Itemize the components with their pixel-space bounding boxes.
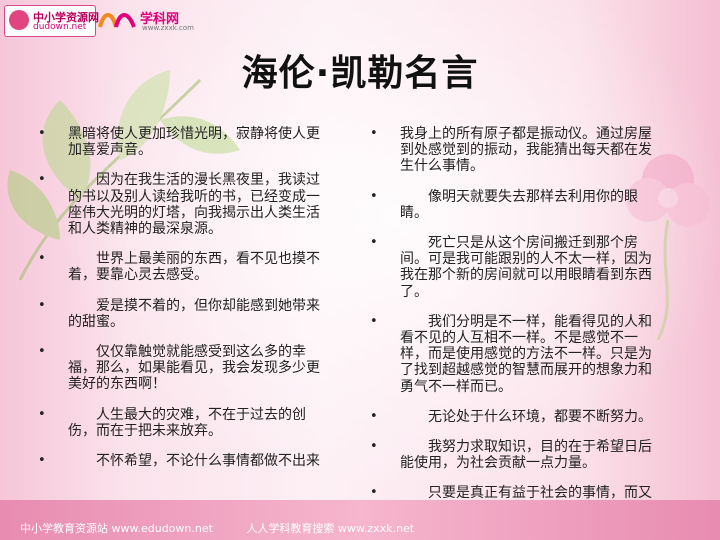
quote-item: • 人生最大的灾难，不在于过去的创伤，而在于把未来放弃。	[38, 407, 328, 439]
quote-text: 我身上的所有原子都是振动仪。通过房屋到处感觉到的振动，我能猜出每天都在发生什么事…	[400, 126, 652, 175]
quote-item: • 爱是摸不着的，但你却能感到她带来的甜蜜。	[38, 298, 328, 330]
quote-item: • 我们分明是不一样，能看得见的人和看不见的人互相不一样。不是感觉不一样，而是使…	[370, 314, 660, 395]
quote-item: • 像明天就要失去那样去利用你的眼睛。	[370, 189, 660, 221]
quote-text: 无论处于什么环境，都要不断努力。	[400, 408, 652, 425]
quote-item: • 我身上的所有原子都是振动仪。通过房屋到处感觉到的振动，我能猜出每天都在发生什么…	[370, 126, 660, 175]
quote-text: 死亡只是从这个房间搬迁到那个房间。可是我可能跟别的人不太一样，因为我在那个新的房…	[400, 235, 652, 300]
dudown-logo-url: dudown.net	[33, 22, 87, 32]
page-title: 海伦·凯勒名言	[241, 53, 479, 94]
quote-text: 仅仅靠触觉就能感受到这么多的幸福，那么，如果能看见，我会发现多少更美好的东西啊！	[68, 344, 320, 393]
bullet-icon: •	[370, 235, 378, 251]
quote-text: 世界上最美丽的东西，看不见也摸不着，要靠心灵去感受。	[68, 251, 320, 284]
quote-text: 人生最大的灾难，不在于过去的创伤，而在于把未来放弃。	[68, 406, 306, 439]
zxxk-logo-url: www.zxxk.com	[142, 24, 194, 32]
bullet-icon: •	[38, 406, 46, 422]
bullet-icon: •	[38, 453, 46, 469]
bullet-icon: •	[38, 172, 46, 188]
quote-text: 我们分明是不一样，能看得见的人和看不见的人互相不一样。不是感觉不一样，而是使用感…	[400, 313, 652, 395]
quote-item: • 我努力求取知识，目的在于希望日后能使用，为社会贡献一点力量。	[370, 439, 660, 471]
quote-text: 爱是摸不着的，但你却能感到她带来的甜蜜。	[68, 297, 320, 330]
quote-text: 我努力求取知识，目的在于希望日后能使用，为社会贡献一点力量。	[400, 439, 652, 472]
quote-text: 黑暗将使人更加珍惜光明，寂静将使人更加喜爱声音。	[68, 126, 320, 159]
quote-text: 不怀希望，不论什么事情都做不出来	[68, 453, 320, 470]
quote-item: • 仅仅靠触觉就能感受到这么多的幸福，那么，如果能看见，我会发现多少更美好的东西…	[38, 344, 328, 393]
quote-item: • 不怀希望，不论什么事情都做不出来	[38, 453, 328, 469]
footer: 中小学教育资源站 www.edudown.net 人人学科教育搜索 www.zx…	[20, 520, 720, 536]
right-quote-list: • 我身上的所有原子都是振动仪。通过房屋到处感觉到的振动，我能猜出每天都在发生什么…	[370, 126, 660, 532]
bullet-icon: •	[370, 188, 378, 204]
quote-item: • 死亡只是从这个房间搬迁到那个房间。可是我可能跟别的人不太一样，因为我在那个新…	[370, 235, 660, 300]
quote-item: • 世界上最美丽的东西，看不见也摸不着，要靠心灵去感受。	[38, 251, 328, 283]
dudown-logo[interactable]: 中小学资源网 dudown.net	[4, 5, 99, 37]
zxxk-logo-icon	[98, 13, 136, 28]
quote-item: • 因为在我生活的漫长黑夜里，我读过的书以及别人读给我听的书，已经变成一座伟大光…	[38, 172, 328, 237]
footer-left-text: 中小学教育资源站 www.edudown.net	[20, 522, 213, 535]
zxxk-logo[interactable]: 学科网 www.zxxk.com	[98, 5, 194, 35]
bullet-icon: •	[38, 251, 46, 267]
bullet-icon: •	[38, 126, 46, 141]
bullet-icon: •	[370, 313, 378, 329]
bullet-icon: •	[370, 408, 378, 424]
quote-text: 像明天就要失去那样去利用你的眼睛。	[400, 188, 638, 221]
footer-right-text: 人人学科教育搜索 www.zxxk.net	[246, 522, 415, 535]
bullet-icon: •	[370, 439, 378, 455]
quote-text: 因为在我生活的漫长黑夜里，我读过的书以及别人读给我听的书，已经变成一座伟大光明的…	[68, 172, 320, 238]
dudown-logo-icon	[9, 10, 29, 30]
logo-bar: 中小学资源网 dudown.net 学科网 www.zxxk.com	[0, 0, 200, 40]
bullet-icon: •	[370, 126, 378, 141]
quote-item: • 无论处于什么环境，都要不断努力。	[370, 409, 660, 425]
bullet-icon: •	[38, 297, 46, 313]
quote-item: • 黑暗将使人更加珍惜光明，寂静将使人更加喜爱声音。	[38, 126, 328, 158]
left-quote-list: • 黑暗将使人更加珍惜光明，寂静将使人更加喜爱声音。 • 因为在我生活的漫长黑夜里，…	[38, 126, 328, 483]
bullet-icon: •	[38, 344, 46, 360]
